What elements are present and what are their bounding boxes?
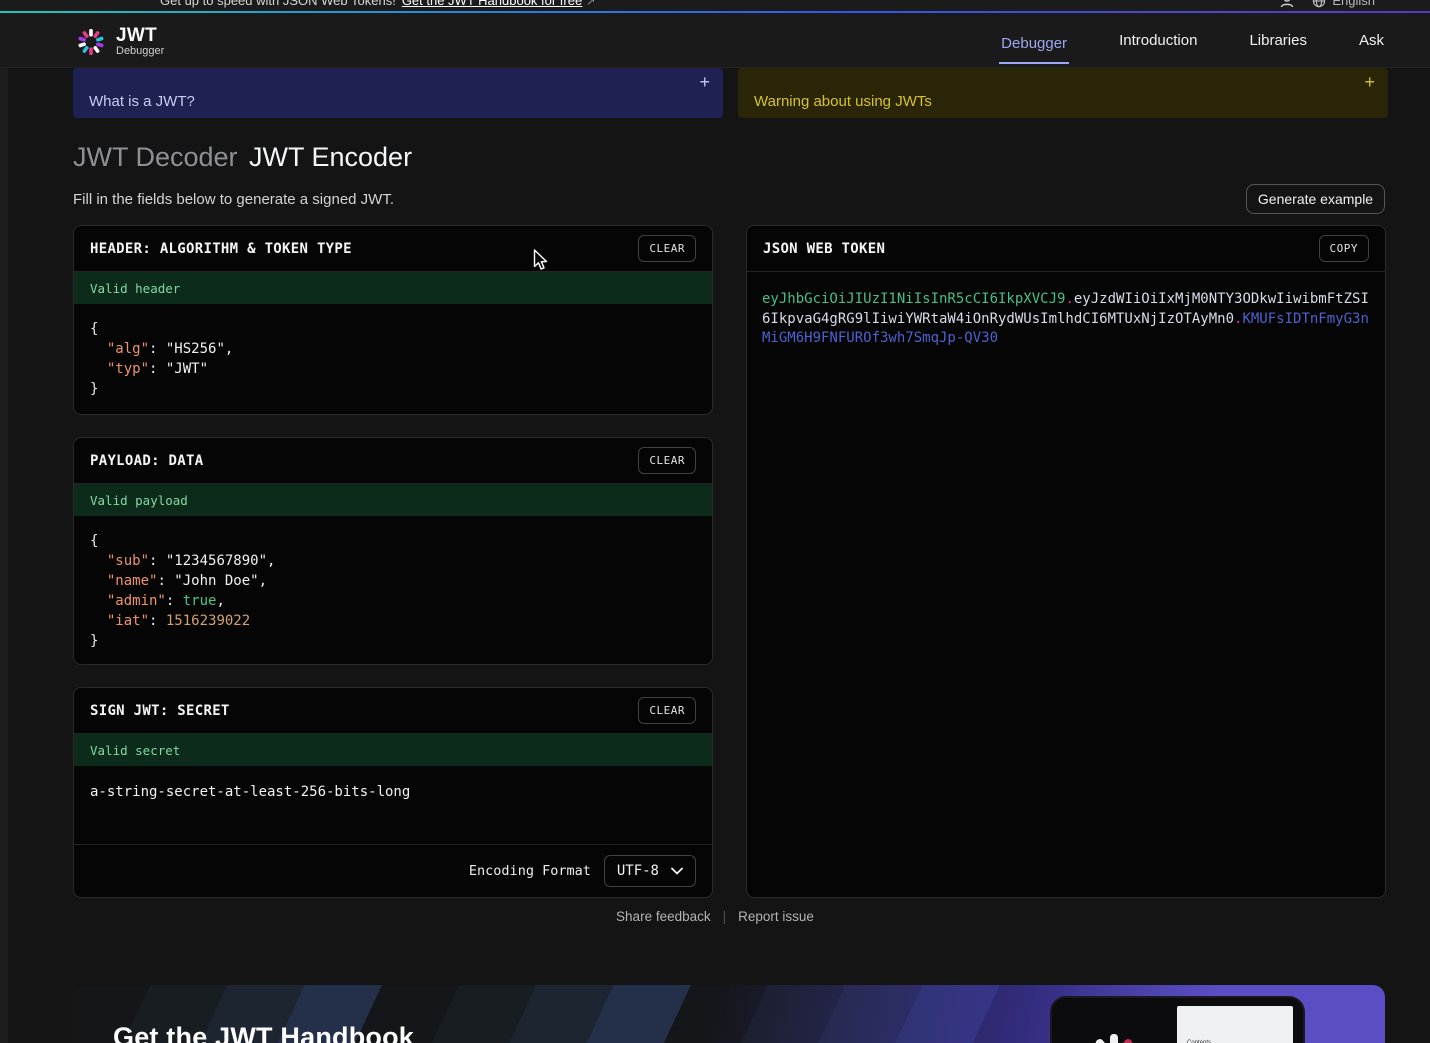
page-description: Fill in the fields below to generate a s… [73,191,394,208]
promo-handbook-link[interactable]: Get the JWT Handbook for free [402,0,582,8]
external-link-icon: ↗ [586,0,595,8]
secret-input[interactable]: a-string-secret-at-least-256-bits-long [74,766,712,844]
jwt-logo[interactable]: JWT Debugger [76,26,164,57]
header-json-editor[interactable]: { "alg": "HS256", "typ": "JWT"} [74,304,712,414]
logo-subtitle: Debugger [116,45,164,57]
payload-card-title: PAYLOAD: DATA [90,453,203,469]
encoding-format-label: Encoding Format [469,863,591,879]
nav-item-libraries[interactable]: Libraries [1247,26,1309,55]
handbook-page: Contents [1177,1006,1293,1043]
feedback-row: Share feedback | Report issue [0,909,1430,924]
secret-card: SIGN JWT: SECRET CLEAR Valid secret a-st… [73,687,713,898]
globe-icon [1312,0,1326,8]
tab-jwt-encoder[interactable]: JWT Encoder [249,142,412,173]
app-header: JWT Debugger Debugger Introduction Libra… [0,13,1430,68]
encoded-jwt-value: eyJhbGciOiJIUzI1NiIsInR5cCI6IkpXVCJ9.eyJ… [747,272,1385,367]
payload-clear-button[interactable]: CLEAR [638,447,696,474]
header-clear-button[interactable]: CLEAR [638,235,696,262]
logo-title: JWT [116,26,164,45]
user-icon[interactable] [1280,0,1294,8]
header-card-title: HEADER: ALGORITHM & TOKEN TYPE [90,241,352,257]
notice-title: What is a JWT? [89,93,195,110]
expand-plus-icon[interactable]: + [1364,72,1375,93]
payload-json-editor[interactable]: { "sub": "1234567890", "name": "John Doe… [74,516,712,665]
promo-bar: Get up to speed with JSON Web Tokens! Get… [0,0,1430,11]
expand-plus-icon[interactable]: + [699,72,710,93]
main-nav: Debugger Introduction Libraries Ask [999,13,1386,68]
header-card: HEADER: ALGORITHM & TOKEN TYPE CLEAR Val… [73,225,713,415]
handbook-starburst-icon [1082,1026,1146,1043]
secret-card-title: SIGN JWT: SECRET [90,703,230,719]
secret-clear-button[interactable]: CLEAR [638,697,696,724]
token-card-title: JSON WEB TOKEN [763,241,885,257]
nav-item-introduction[interactable]: Introduction [1117,26,1199,55]
language-selector[interactable]: English [1312,0,1375,8]
notice-title: Warning about using JWTs [754,93,932,110]
nav-item-ask[interactable]: Ask [1357,26,1386,55]
jwt-handbook-banner[interactable]: Get the JWT Handbook Contents [73,985,1385,1043]
generate-example-button[interactable]: Generate example [1246,184,1385,214]
token-copy-button[interactable]: COPY [1319,235,1370,262]
jwt-debugger-page: Get up to speed with JSON Web Tokens! Get… [0,0,1430,1043]
promo-text: Get up to speed with JSON Web Tokens! [160,0,396,8]
encoding-format-value: UTF-8 [617,863,659,879]
left-edge-sliver [0,68,8,1043]
nav-item-debugger[interactable]: Debugger [999,29,1069,64]
handbook-heading: Get the JWT Handbook [113,1022,414,1043]
handbook-tablet-image: Contents [1052,998,1303,1043]
payload-status-valid: Valid payload [74,484,712,516]
language-label: English [1332,0,1375,8]
header-status-valid: Valid header [74,272,712,304]
secret-status-valid: Valid secret [74,734,712,766]
report-issue-link[interactable]: Report issue [738,909,814,924]
feedback-separator: | [723,909,727,924]
notice-warning-jwts[interactable]: Warning about using JWTs + [738,68,1388,118]
payload-card: PAYLOAD: DATA CLEAR Valid payload { "sub… [73,437,713,665]
jwt-starburst-icon [76,27,106,57]
chevron-down-icon [671,867,683,875]
tab-jwt-decoder[interactable]: JWT Decoder [73,142,238,173]
encoding-format-select[interactable]: UTF-8 [604,855,696,887]
notice-what-is-jwt[interactable]: What is a JWT? + [73,68,723,118]
share-feedback-link[interactable]: Share feedback [616,909,711,924]
json-web-token-card: JSON WEB TOKEN COPY eyJhbGciOiJIUzI1NiIs… [746,225,1386,898]
